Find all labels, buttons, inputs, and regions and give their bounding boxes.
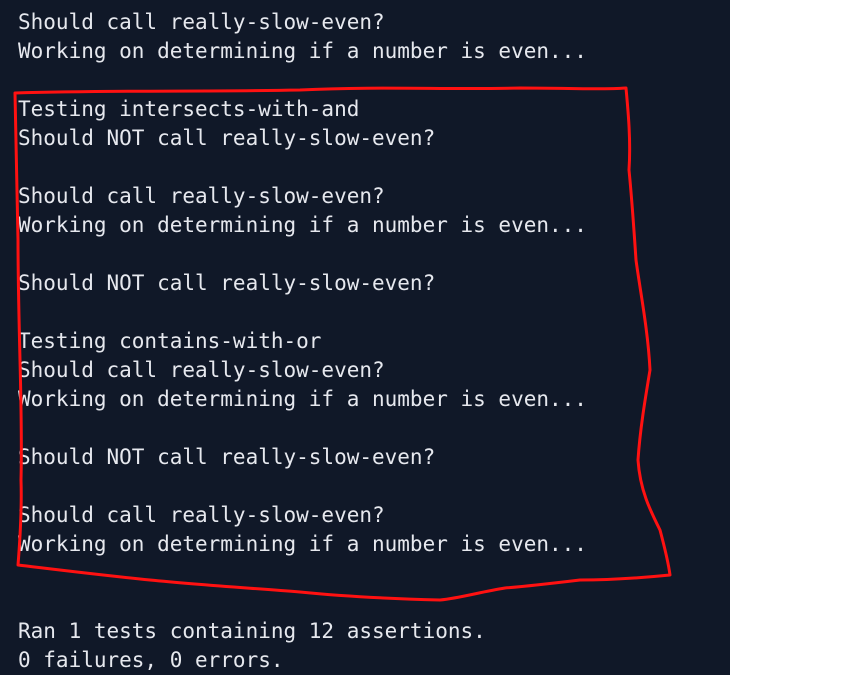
terminal-line: Should NOT call really-slow-even? (18, 271, 436, 295)
terminal-line: 0 failures, 0 errors. (18, 648, 284, 672)
terminal-line: Testing intersects-with-and (18, 97, 360, 121)
terminal-line: Working on determining if a number is ev… (18, 532, 587, 556)
terminal-line: Working on determining if a number is ev… (18, 213, 587, 237)
terminal-line: Should call really-slow-even? (18, 503, 385, 527)
terminal-window: Should call really-slow-even? Working on… (0, 0, 730, 675)
terminal-line: Should call really-slow-even? (18, 184, 385, 208)
terminal-line: Should call really-slow-even? (18, 358, 385, 382)
terminal-line: Ran 1 tests containing 12 assertions. (18, 619, 486, 643)
terminal-line: Working on determining if a number is ev… (18, 387, 587, 411)
terminal-line: Testing contains-with-or (18, 329, 322, 353)
terminal-line: Should NOT call really-slow-even? (18, 126, 436, 150)
page-background (730, 0, 860, 675)
terminal-output: Should call really-slow-even? Working on… (18, 8, 587, 675)
terminal-line: Should NOT call really-slow-even? (18, 445, 436, 469)
terminal-line: Working on determining if a number is ev… (18, 39, 587, 63)
terminal-line: Should call really-slow-even? (18, 10, 385, 34)
